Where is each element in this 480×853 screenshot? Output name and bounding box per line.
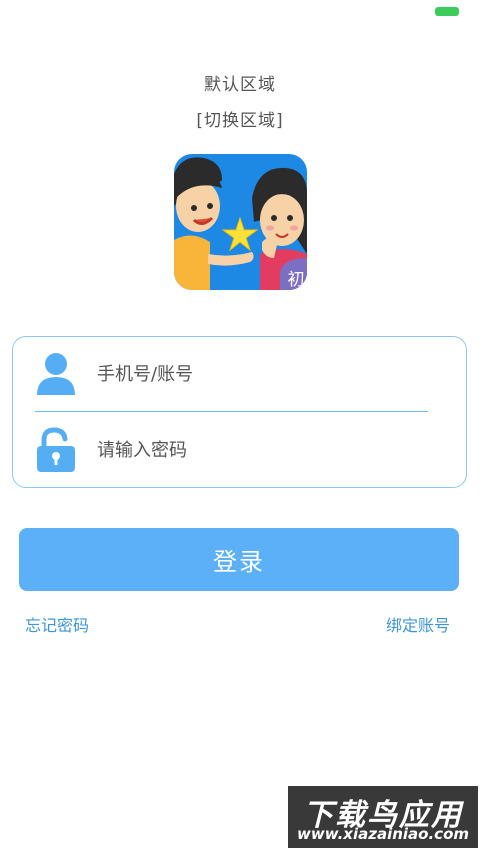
login-screen: 默认区域 [切换区域] 初 手机号/账号 登录 忘记密码 绑定账号 下载鸟应用 … (0, 0, 480, 853)
watermark-url: www.xiazainiao.com (296, 825, 470, 843)
account-row (13, 337, 466, 411)
account-input[interactable] (95, 357, 429, 391)
watermark-logo: 下载鸟应用 www.xiazainiao.com (288, 786, 478, 848)
bind-account-link[interactable]: 绑定账号 (386, 612, 450, 636)
battery-icon (435, 7, 459, 16)
app-logo-illustration: 初 (174, 154, 307, 290)
user-icon (35, 351, 77, 397)
app-logo: 初 (174, 154, 307, 290)
login-button[interactable]: 登录 (19, 528, 459, 591)
forgot-password-link[interactable]: 忘记密码 (25, 612, 89, 636)
password-row (13, 413, 466, 487)
logo-badge-text: 初 (288, 270, 305, 290)
unlock-icon (35, 427, 77, 473)
form-divider (35, 411, 428, 412)
login-form (12, 336, 467, 488)
password-input[interactable] (95, 433, 429, 467)
current-region-label: 默认区域 (204, 75, 276, 95)
switch-region-link[interactable]: [切换区域] (0, 106, 480, 131)
